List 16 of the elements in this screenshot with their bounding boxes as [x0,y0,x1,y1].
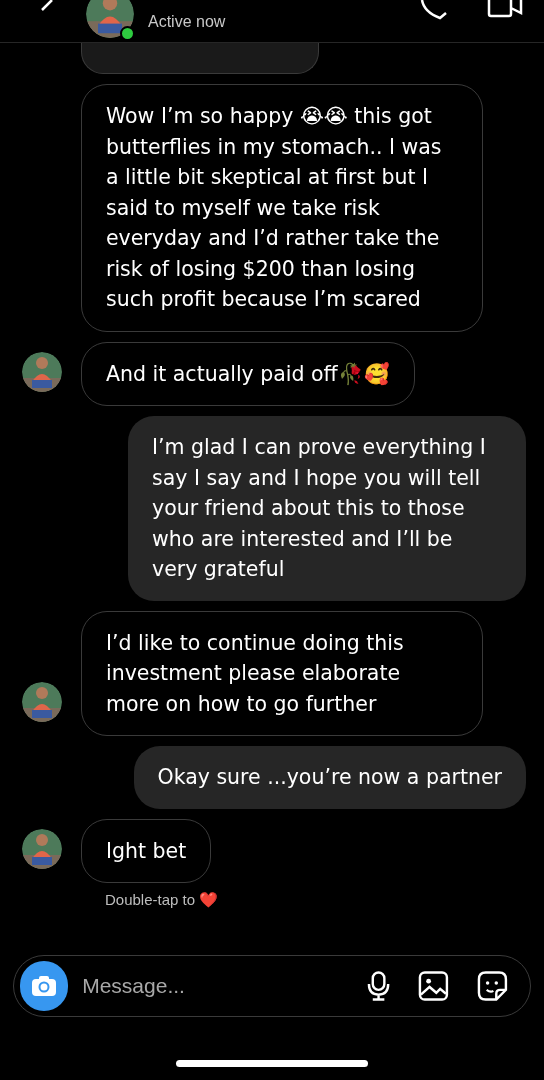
received-message: Ight bet [81,818,212,883]
message-composer[interactable]: Message... [13,955,531,1017]
image-icon[interactable] [418,970,450,1002]
message-field[interactable]: Message... [82,970,354,1002]
sent-message: I’m glad I can prove everything I say I say and I hope you will tell your friend about this to those who are interested and I’ll be very grateful [128,416,526,601]
active-status: Active now [148,12,226,32]
microphone-icon[interactable] [367,970,391,1002]
sticker-icon[interactable] [477,970,508,1002]
video-icon[interactable] [487,0,523,18]
camera-icon [31,975,58,997]
camera-button[interactable] [20,961,69,1011]
double-tap-hint: Double-tap to ❤ [105,890,220,910]
received-message: I’d like to continue doing this investment please elaborate more on how to go further [81,610,483,736]
sent-message: Okay sure ...you’re now a partner [133,746,526,809]
received-message: And it actually paid off🥀🥰 [81,341,415,406]
received-message: Wow I’m so happy 😭😭 this got butterflies in my stomach.. I was a little bit skeptical at first but I said to myself we take risk everyday and I’d rather take the risk of losing $200 than losing such profit because I’m scared [81,84,483,332]
